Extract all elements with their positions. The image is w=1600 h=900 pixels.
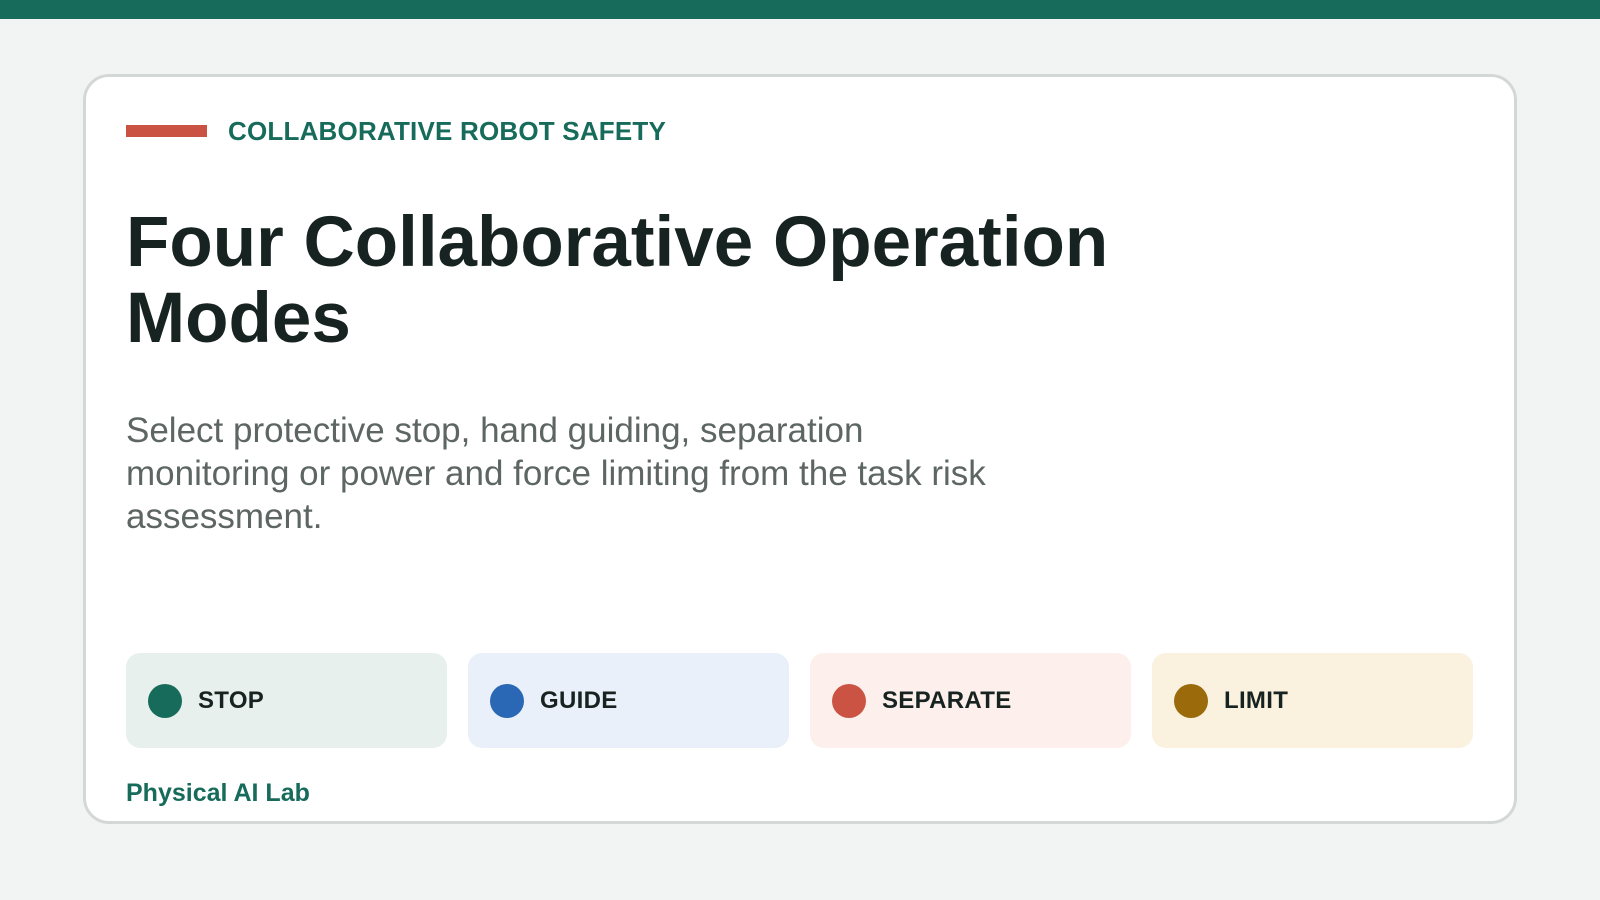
footer-brand: Physical AI Lab — [126, 779, 310, 807]
eyebrow: COLLABORATIVE ROBOT SAFETY — [126, 113, 666, 149]
separate-dot-icon — [832, 683, 866, 718]
mode-chip-limit: LIMIT — [1152, 653, 1473, 748]
mode-chip-stop: STOP — [126, 653, 447, 748]
stop-dot-icon — [148, 683, 182, 718]
guide-dot-icon — [490, 683, 524, 718]
limit-dot-icon — [1174, 683, 1208, 718]
mode-chip-label: GUIDE — [540, 686, 618, 714]
page-title: Four Collaborative Operation Modes — [126, 203, 1109, 358]
mode-chip-label: LIMIT — [1224, 686, 1289, 714]
eyebrow-rule — [126, 125, 207, 137]
eyebrow-label: COLLABORATIVE ROBOT SAFETY — [228, 116, 667, 146]
mode-chips: STOP GUIDE SEPARATE LIMIT — [126, 653, 1473, 748]
mode-chip-separate: SEPARATE — [810, 653, 1131, 748]
top-accent-bar — [0, 0, 1600, 19]
page-subtitle: Select protective stop, hand guiding, se… — [126, 411, 986, 536]
slide-card: COLLABORATIVE ROBOT SAFETY Four Collabor… — [83, 74, 1517, 824]
mode-chip-label: SEPARATE — [882, 686, 1012, 714]
mode-chip-guide: GUIDE — [468, 653, 789, 748]
mode-chip-label: STOP — [198, 686, 265, 714]
